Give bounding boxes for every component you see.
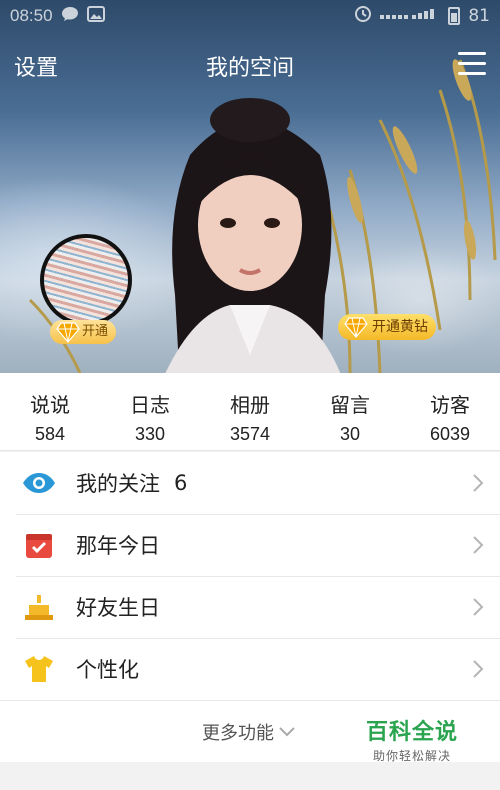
stat-blog[interactable]: 日志 330	[100, 373, 200, 450]
stat-value: 6039	[429, 424, 471, 444]
stat-value: 584	[34, 424, 66, 444]
open-yellow-diamond-button[interactable]: 开通黄钻	[338, 314, 436, 340]
signal-icon	[380, 6, 440, 26]
stat-visitors[interactable]: 访客 6039	[400, 373, 500, 450]
chevron-right-icon	[473, 598, 484, 616]
cake-icon	[22, 590, 56, 624]
battery-level: 81	[468, 6, 490, 26]
chevron-down-icon	[279, 727, 295, 737]
status-bar: 08:50 81	[0, 0, 500, 32]
list-item-label: 好友生日	[76, 596, 160, 620]
alarm-icon	[354, 5, 372, 28]
more-features-label: 更多功能	[202, 723, 274, 744]
eye-icon	[22, 466, 56, 500]
avatar[interactable]	[40, 234, 132, 326]
more-features-button[interactable]: 更多功能	[202, 719, 296, 745]
feature-list: 我的关注 6 那年今日 好友生日 个性化	[0, 452, 500, 700]
stat-label: 留言	[330, 393, 370, 417]
watermark-subtitle: 助你轻松解决	[372, 749, 451, 763]
yellow-diamond-label: 开通黄钻	[372, 319, 428, 335]
stat-posts[interactable]: 说说 584	[0, 373, 100, 450]
chevron-right-icon	[473, 536, 484, 554]
status-time: 08:50	[10, 6, 53, 25]
diamond-icon	[344, 317, 368, 338]
tshirt-icon	[22, 652, 56, 686]
diamond-icon	[56, 322, 80, 343]
list-item-following[interactable]: 我的关注 6	[0, 452, 500, 514]
chevron-right-icon	[473, 474, 484, 492]
stat-value: 330	[134, 424, 166, 444]
stats-bar: 说说 584 日志 330 相册 3574 留言 30 访客 6039	[0, 373, 500, 451]
menu-icon[interactable]	[458, 52, 486, 76]
watermark: 百科全说 助你轻松解决	[350, 704, 474, 763]
stat-messages[interactable]: 留言 30	[300, 373, 400, 450]
battery-icon	[448, 7, 461, 25]
stat-label: 日志	[130, 393, 170, 417]
stat-albums[interactable]: 相册 3574	[200, 373, 300, 450]
watermark-title: 百科全说	[365, 720, 458, 745]
list-item-label: 我的关注	[76, 472, 160, 496]
list-item-label: 个性化	[76, 658, 139, 682]
list-item-label: 那年今日	[76, 534, 160, 558]
list-item-personalization[interactable]: 个性化	[0, 638, 500, 700]
stat-value: 3574	[229, 424, 271, 444]
image-icon	[86, 5, 105, 27]
vip-open-label: 开通	[82, 324, 109, 339]
stat-value: 30	[339, 424, 361, 444]
chat-icon	[61, 6, 79, 27]
chevron-right-icon	[473, 660, 484, 678]
top-nav: 设置 我的空间	[0, 40, 500, 86]
cover-header[interactable]: 08:50 81 设置 我的空间 开通 开通黄钻	[0, 0, 500, 373]
calendar-icon	[22, 528, 56, 562]
following-count: 6	[174, 471, 188, 495]
list-item-friend-birthdays[interactable]: 好友生日	[0, 576, 500, 638]
vip-open-badge[interactable]: 开通	[50, 320, 117, 344]
stat-label: 说说	[30, 393, 70, 417]
stat-label: 相册	[230, 393, 270, 417]
page-title: 我的空间	[205, 56, 294, 81]
stat-label: 访客	[430, 393, 470, 417]
list-item-on-this-day[interactable]: 那年今日	[0, 514, 500, 576]
